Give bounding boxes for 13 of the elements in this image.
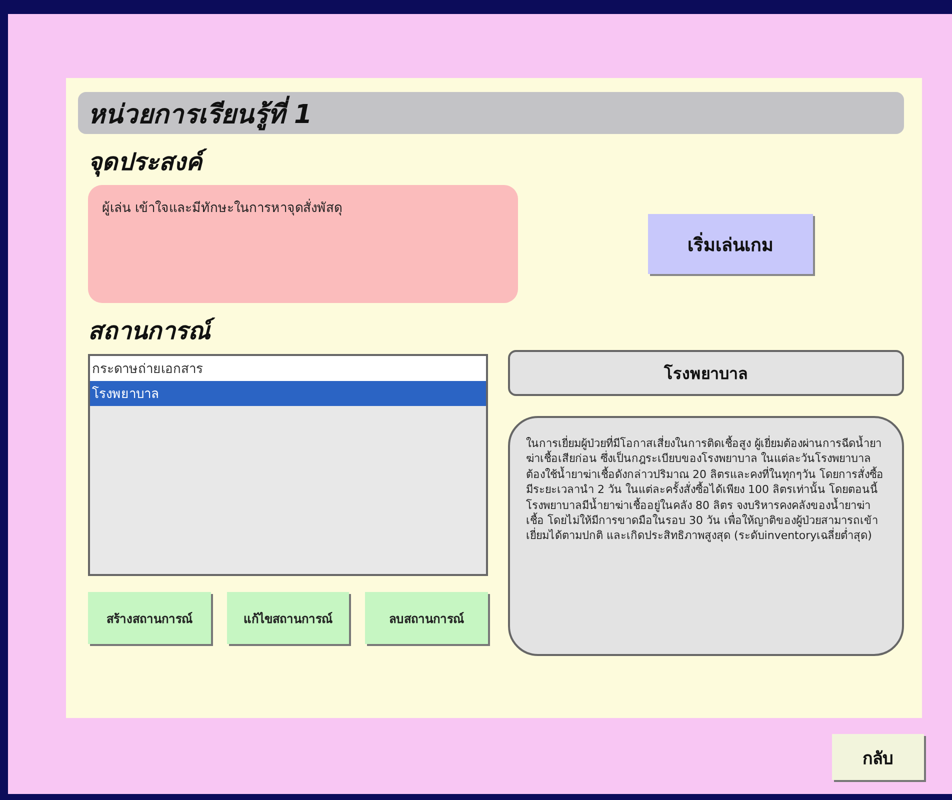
start-game-button[interactable]: เริ่มเล่นเกม — [648, 214, 813, 274]
scenario-button[interactable]: แก้ไขสถานการณ์ — [226, 592, 350, 644]
section-heading: จุดประสงค์ — [88, 142, 904, 181]
back-button[interactable]: กลับ — [832, 734, 924, 780]
objective-text: ผู้เล่น เข้าใจและมีทักษะในการหาจุดสั่งพัสดุ — [88, 185, 518, 303]
scenario-description: ในการเยี่ยมผู้ป่วยที่มีโอกาสเสี่ยงในการติดเชื้อสูง ผู้เยี่ยมต้องผ่านการฉีดน้ำยาฆ่าเชื้อเสียก่อน ซึ่งเป็นกฎระเบียบของโรงพยาบาล ในแต่ละวันโรงพยาบาลต้องใช้น้ำยาฆ่าเชื้อดังกล่าวปริมาณ 20 ลิตรและคงที่ในทุกๆวัน โดยการสั่งซื้อมีระยะเวลานำ 2 วัน ในแต่ละครั้งสั่งซื้อได้เพียง 100 ลิตรเท่านั้น โดยตอนนี้โรงพยาบาลมีน้ำยาฆ่าเชื้ออยู่ในคลัง 80 ลิตร จงบริหารคงคลังของน้ำยาฆ่าเชื้อ โดยไม่ให้มีการขาดมือในรอบ 30 วัน เพื่อให้ญาติของผู้ป่วยสามารถเข้าเยี่ยมได้ตามปกติ และเกิดประสิทธิภาพสูงสุด (ระดับinventoryเฉลี่ยต่ำสุด) — [508, 416, 904, 656]
section-heading: สถานการณ์ — [88, 311, 904, 350]
list-item[interactable]: โรงพยาบาล — [90, 381, 486, 406]
unit-title: หน่วยการเรียนรู้ที่ 1 — [78, 92, 904, 134]
scenario-button[interactable]: สร้างสถานการณ์ — [88, 592, 211, 644]
list-item[interactable]: กระดาษถ่ายเอกสาร — [90, 356, 486, 381]
scenario-button[interactable]: ลบสถานการณ์ — [365, 592, 488, 644]
scenario-title: โรงพยาบาล — [508, 350, 904, 396]
